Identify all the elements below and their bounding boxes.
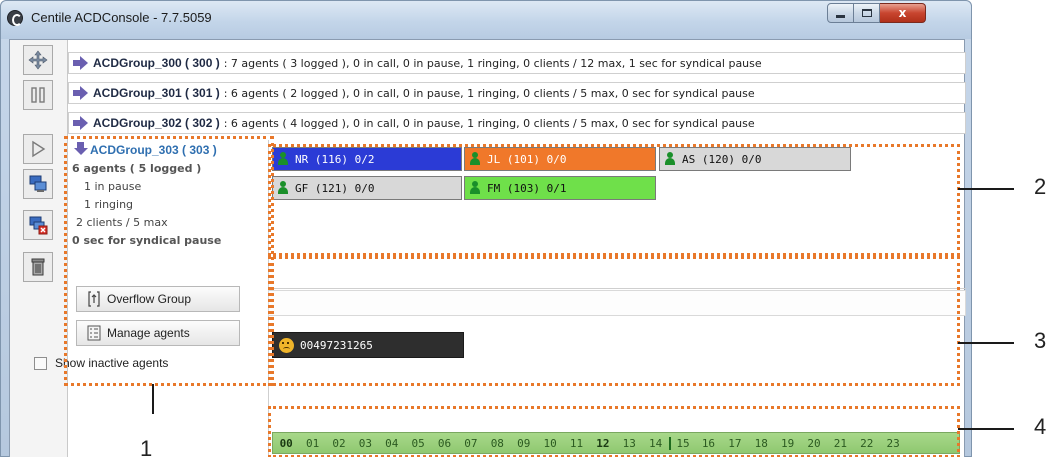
title-bar[interactable]: Centile ACDConsole - 7.7.5059 x [1,1,971,39]
callout-box-1 [64,136,274,386]
arrow-right-icon [73,56,89,70]
app-window: Centile ACDConsole - 7.7.5059 x ACDGroup… [0,0,972,457]
maximize-icon [861,9,872,17]
callout-pointer-4 [958,428,1014,430]
group-name: ACDGroup_300 ( 300 ) [93,56,220,70]
minimize-button[interactable] [827,3,854,23]
computer-button[interactable] [23,169,53,199]
computer-icon [29,175,47,192]
group-details: : 6 agents ( 2 logged ), 0 in call, 0 in… [223,86,755,100]
remove-computer-button[interactable] [23,210,53,240]
group-details: : 6 agents ( 4 logged ), 0 in call, 0 in… [223,116,755,130]
callout-box-4 [268,406,960,457]
callout-number-4: 4 [1034,414,1047,439]
app-logo-icon [7,10,23,26]
group-name: ACDGroup_302 ( 302 ) [93,116,220,130]
pause-icon [31,87,45,103]
move-arrows-icon [28,50,48,70]
window-title: Centile ACDConsole - 7.7.5059 [31,10,212,25]
computer-remove-icon [29,216,48,235]
callout-pointer-3 [958,342,1014,344]
group-details: : 7 agents ( 3 logged ), 0 in call, 0 in… [223,56,762,70]
move-button[interactable] [23,45,53,75]
left-toolbar [10,40,68,457]
group-name: ACDGroup_301 ( 301 ) [93,86,220,100]
callout-number-1: 1 [140,436,153,457]
arrow-right-icon [73,86,89,100]
close-icon: x [898,6,907,20]
callout-box-2 [268,144,960,256]
callout-number-3: 3 [1034,328,1047,353]
minimize-icon [836,15,845,18]
trash-icon [31,258,45,276]
play-button[interactable] [23,134,53,164]
delete-button[interactable] [23,252,53,282]
callout-pointer-2 [958,188,1014,190]
group-row[interactable]: ACDGroup_302 ( 302 ) : 6 agents ( 4 logg… [68,112,966,134]
pause-button[interactable] [23,80,53,110]
arrow-right-icon [73,116,89,130]
callout-number-2: 2 [1034,174,1047,199]
group-row[interactable]: ACDGroup_300 ( 300 ) : 7 agents ( 3 logg… [68,52,966,74]
window-controls: x [827,3,926,25]
maximize-button[interactable] [854,3,880,23]
callout-box-3 [268,256,960,386]
callout-pointer-1 [152,384,154,414]
close-button[interactable]: x [880,3,926,23]
play-icon [32,140,46,158]
show-inactive-checkbox[interactable] [34,356,47,370]
group-row[interactable]: ACDGroup_301 ( 301 ) : 6 agents ( 2 logg… [68,82,966,104]
